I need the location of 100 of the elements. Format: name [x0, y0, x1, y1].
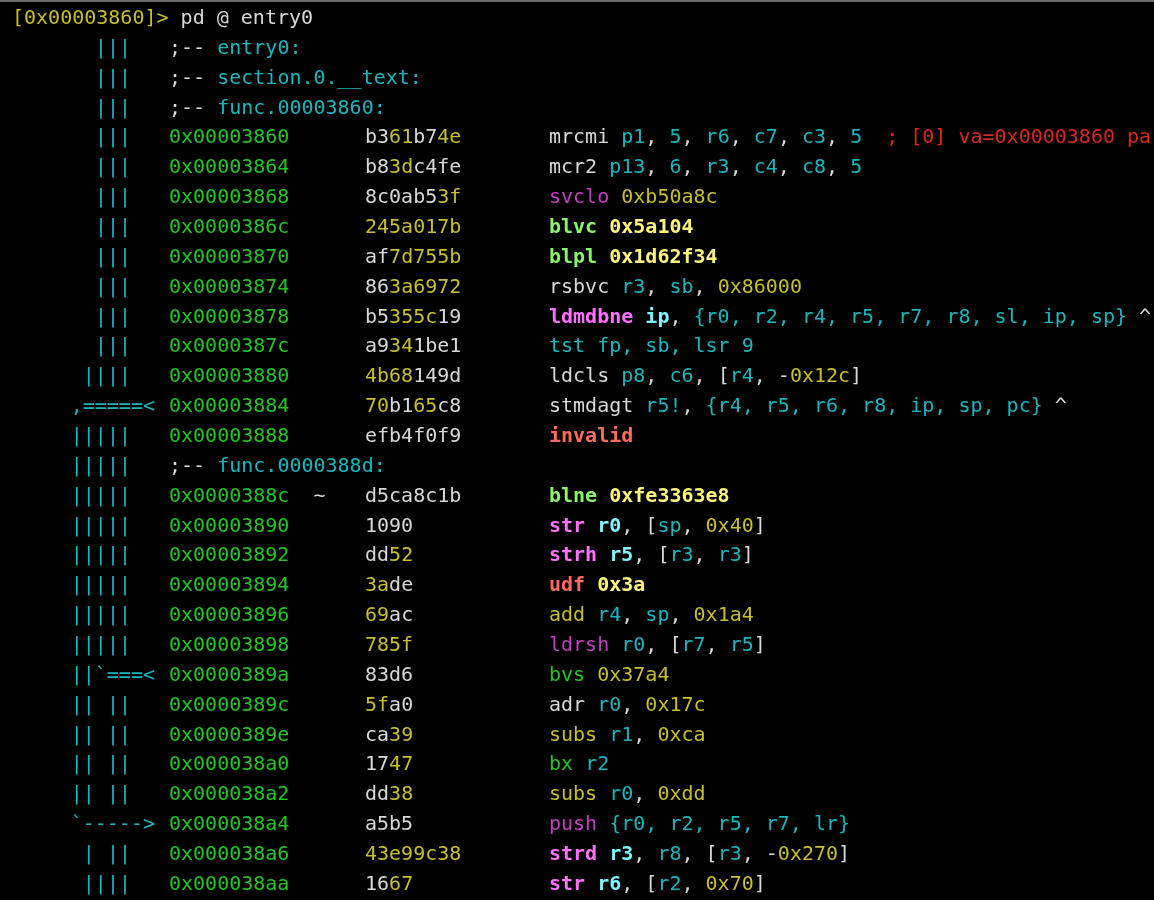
branch-lines: |||	[94, 213, 131, 240]
instruction-text: ldrsh r0, [r7, r5]	[549, 631, 766, 659]
address-text: 0x00003894	[169, 571, 290, 599]
branch-lines: |||	[94, 63, 131, 91]
jump-arrow: ,=====<	[70, 392, 155, 420]
byte-text: efb4f0f9	[365, 423, 462, 448]
address-text: 0x00003880	[169, 362, 290, 390]
address-text: 0x0000389a	[169, 660, 290, 688]
branch-lines: ||||	[82, 869, 131, 897]
byte-text: 5fa0	[365, 691, 414, 716]
instruction-text: bvs 0x37a4	[549, 660, 670, 688]
branch-lines: |||||	[70, 422, 131, 450]
branch-lines: |||	[94, 33, 131, 61]
address-text: 0x00003884	[169, 392, 290, 420]
byte-text: 3ade	[365, 572, 414, 597]
branch-lines: |||||	[70, 511, 131, 539]
byte-text: a9341be1	[365, 333, 462, 358]
branch-lines: |||||	[70, 451, 131, 479]
branch-lines: |||||	[70, 571, 131, 599]
address-text: 0x0000387c	[169, 332, 290, 360]
branch-lines: || ||	[70, 720, 131, 748]
byte-text: 70b165c8	[365, 393, 462, 418]
instruction-text: stmdagt r5!, {r4, r5, r6, r8, ip, sp, pc} ^	[549, 392, 1067, 420]
address-text: 0x0000389c	[169, 690, 290, 718]
jump-arrow: ||`===<	[70, 660, 155, 688]
address-text: 0x00003898	[169, 631, 290, 659]
byte-text: 69ac	[365, 602, 414, 627]
address-text: 0x00003864	[169, 153, 290, 181]
instruction-text: add r4, sp, 0x1a4	[549, 601, 754, 629]
instruction-text: adr r0, 0x17c	[549, 690, 706, 718]
instruction-text: ldmdbne ip, {r0, r2, r4, r5, r7, r8, sl, ip, sp} ^	[549, 302, 1152, 330]
instruction-text: svclo 0xb50a8c	[549, 183, 718, 211]
instruction-text: str r0, [sp, 0x40]	[549, 511, 766, 539]
byte-text: b361b74e	[365, 124, 462, 149]
instruction-text: invalid	[549, 422, 634, 450]
branch-lines: || ||	[70, 750, 131, 778]
branch-lines: | ||	[82, 840, 131, 868]
instruction-text: ldcls p8, c6, [r4, -0x12c]	[549, 362, 863, 390]
address-text: 0x00003860	[169, 123, 290, 151]
byte-text: dd52	[365, 542, 414, 567]
instruction-text: blvc 0x5a104	[549, 213, 694, 240]
address-text: 0x00003874	[169, 272, 290, 300]
instruction-text: subs r1, 0xca	[549, 720, 706, 748]
branch-lines: || ||	[70, 690, 131, 718]
byte-text: 4b68149d	[365, 363, 462, 388]
instruction-text: subs r0, 0xdd	[549, 780, 706, 808]
byte-text: 863a6972	[365, 273, 462, 298]
branch-lines: |||	[94, 183, 131, 211]
instruction-text: strh r5, [r3, r3]	[549, 541, 754, 569]
address-text: 0x000038a0	[169, 750, 290, 778]
flag-comment: ;-- func.0000388d:	[169, 452, 386, 477]
branch-lines: |||	[94, 272, 131, 300]
flag-comment: ;-- entry0:	[169, 34, 302, 59]
instruction-text: rsbvc r3, sb, 0x86000	[549, 272, 802, 300]
branch-lines: |||	[94, 242, 131, 270]
instruction-text: mrcmi p1, 5, r6, c7, c3, 5	[549, 123, 863, 151]
instruction-text: tst fp, sb, lsr 9	[549, 332, 754, 360]
address-text: 0x00003888	[169, 422, 290, 450]
branch-lines: |||	[94, 332, 131, 360]
byte-text: 1667	[365, 870, 414, 895]
byte-text: 1747	[365, 751, 414, 776]
flag-comment: ;-- section.0.__text:	[169, 64, 422, 89]
branch-lines: || ||	[70, 780, 131, 808]
byte-text: a5b5	[365, 811, 414, 836]
address-text: 0x000038a4	[169, 810, 290, 838]
address-text: 0x000038a2	[169, 780, 290, 808]
branch-lines: |||	[94, 153, 131, 181]
address-text: 0x000038aa	[169, 869, 290, 897]
byte-text: d5ca8c1b	[365, 482, 462, 507]
address-text: 0x0000389e	[169, 720, 290, 748]
byte-text: 8c0ab53f	[365, 184, 462, 209]
address-text: 0x00003868	[169, 183, 290, 211]
address-text: 0x0000386c	[169, 213, 290, 240]
address-text: 0x00003892	[169, 541, 290, 569]
branch-lines: |||||	[70, 541, 131, 569]
address-text: 0x00003896	[169, 601, 290, 629]
byte-text: 83d6	[365, 661, 414, 686]
comment-text: ; [0] va=0x00003860 pa	[886, 123, 1152, 151]
byte-text: dd38	[365, 781, 414, 806]
byte-text: 245a017b	[365, 214, 462, 238]
byte-text: b5355c19	[365, 303, 462, 328]
jump-arrow: `----->	[70, 810, 155, 838]
branch-lines: |||||	[70, 631, 131, 659]
branch-lines: |||||	[70, 481, 131, 509]
flag-comment: ;-- func.00003860:	[169, 94, 386, 119]
address-text: 0x000038a6	[169, 840, 290, 868]
byte-text: ca39	[365, 721, 414, 746]
branch-lines: |||	[94, 123, 131, 151]
instruction-text: bx r2	[549, 750, 610, 778]
instruction-text: strd r3, r8, [r3, -0x270]	[549, 840, 851, 868]
address-text: 0x00003890	[169, 511, 290, 539]
instruction-text: push {r0, r2, r5, r7, lr}	[549, 810, 851, 838]
branch-lines: |||||	[70, 601, 131, 629]
byte-text: af7d755b	[365, 243, 462, 268]
byte-text: b83dc4fe	[365, 154, 462, 179]
instruction-text: blne 0xfe3363e8	[549, 481, 730, 509]
command-prompt: [0x00003860]> pd @ entry0	[12, 4, 314, 31]
branch-lines: |||	[94, 93, 131, 121]
address-text: 0x0000388c	[169, 481, 290, 509]
address-text: 0x00003870	[169, 242, 290, 270]
